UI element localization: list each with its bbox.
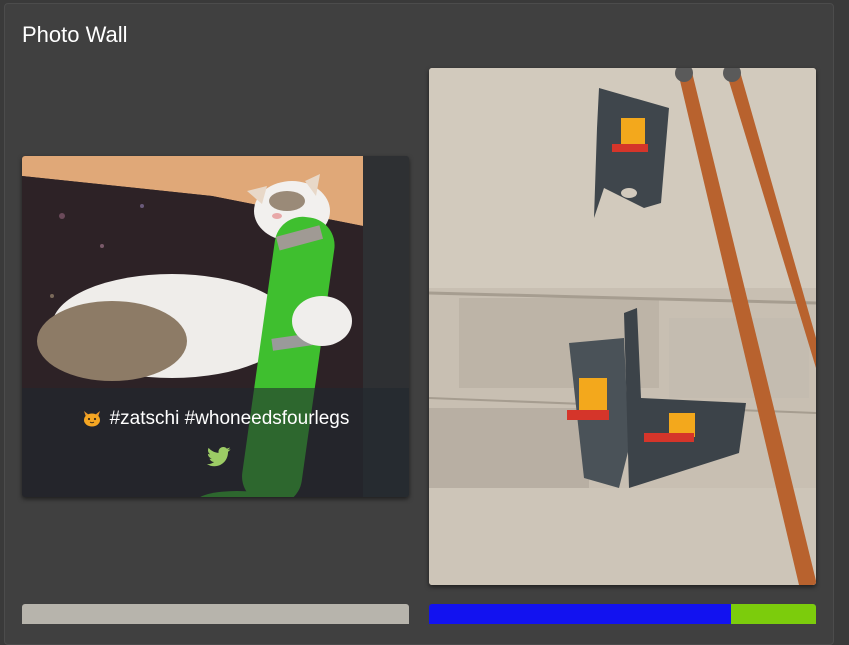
post-caption-text: #zatschi #whoneedsfourlegs: [109, 408, 350, 429]
photo-card-bottom-left[interactable]: [22, 604, 409, 624]
photo-card-kitten[interactable]: #zatschi #whoneedsfourlegs: [22, 156, 409, 497]
post-caption: #zatschi #whoneedsfourlegs: [22, 408, 409, 430]
wall-photo: [429, 68, 816, 585]
bottom-right-photo-accent: [731, 604, 816, 624]
twitter-icon[interactable]: [207, 447, 231, 467]
cat-face-icon: [83, 411, 100, 427]
photo-card-wall[interactable]: [429, 68, 816, 585]
page-title: Photo Wall: [22, 22, 128, 47]
photo-card-bottom-right[interactable]: [429, 604, 816, 624]
caption-overlay: [22, 388, 409, 497]
